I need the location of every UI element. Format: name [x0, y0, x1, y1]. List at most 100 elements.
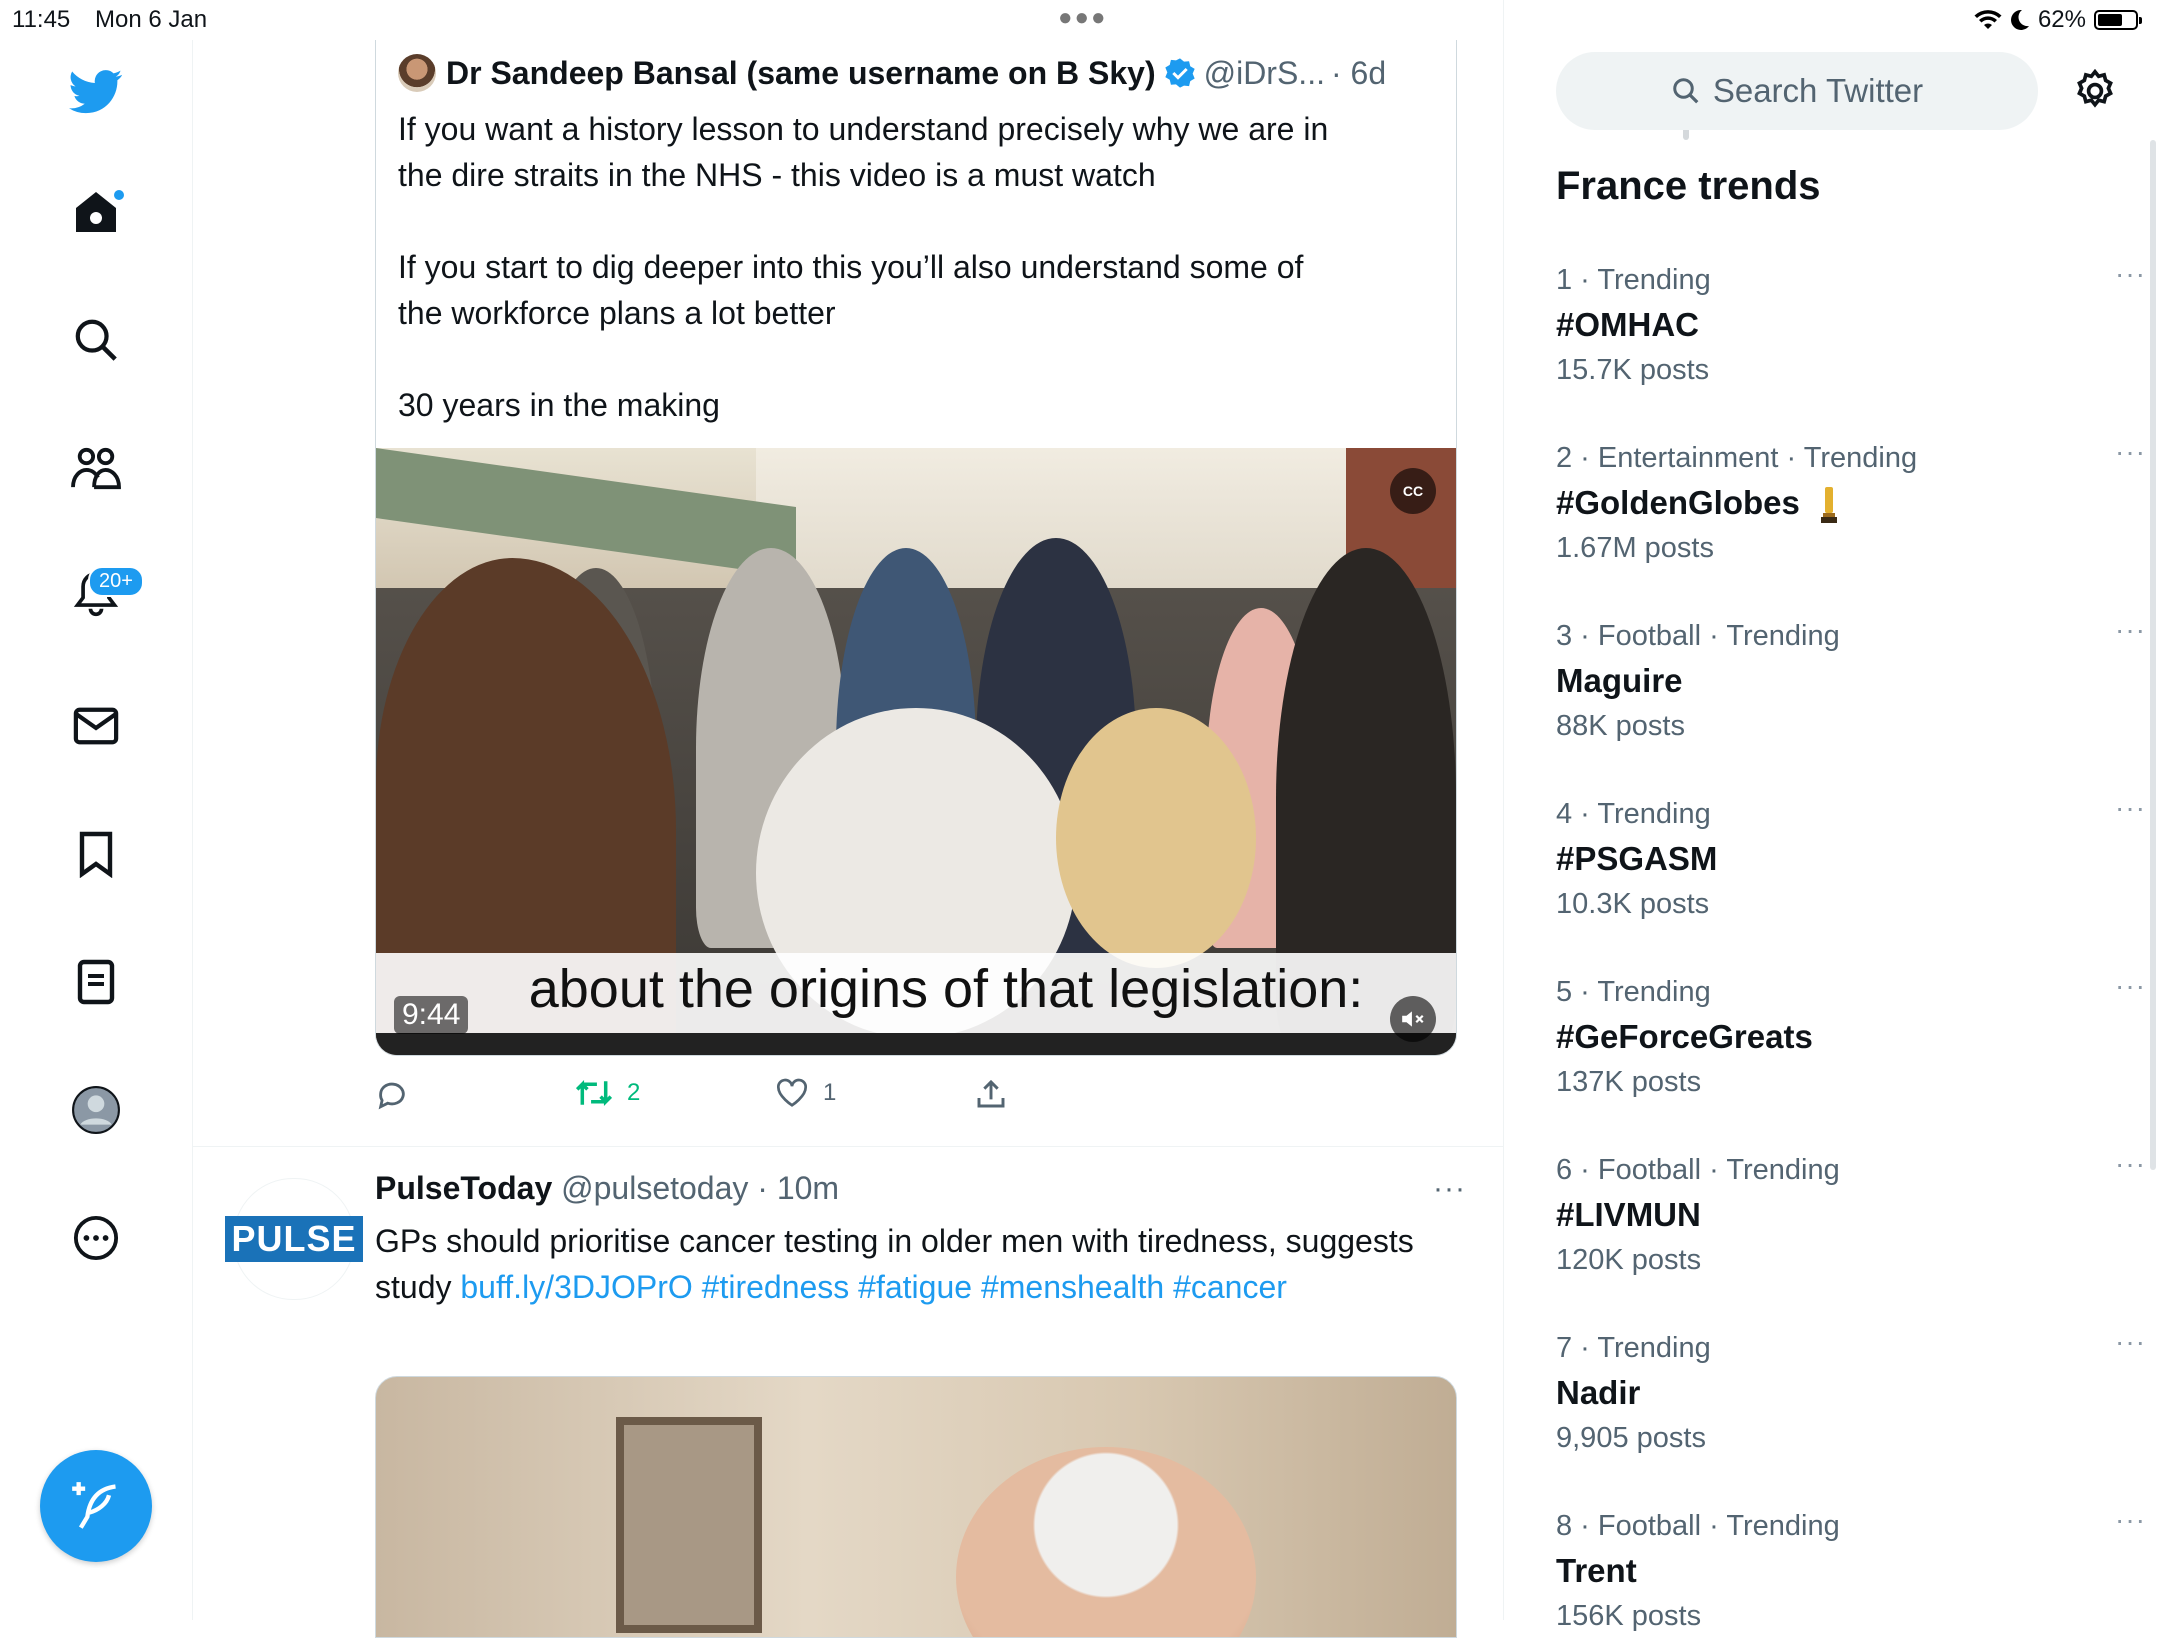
- pulse-logo: PULSE: [225, 1216, 363, 1262]
- tweet-age: · 6d: [1330, 54, 1387, 91]
- video-progress-bar[interactable]: [376, 1033, 1456, 1055]
- trend-count: 15.7K posts: [1556, 354, 1710, 386]
- trends-title: France trends: [1556, 164, 1821, 208]
- mute-icon[interactable]: [1390, 996, 1436, 1042]
- trend-item[interactable]: 1 · Trending #OMHAC 15.7K posts ···: [1556, 258, 2145, 392]
- communities-icon[interactable]: [64, 436, 128, 500]
- trend-item[interactable]: 8 · Football · Trending Trent 156K posts…: [1556, 1504, 2145, 1638]
- trend-item[interactable]: 5 · Trending #GeForceGreats 137K posts ·…: [1556, 970, 2145, 1104]
- trend-meta: 8 · Football · Trending: [1556, 1510, 1840, 1542]
- right-sidebar: Search Twitter France trends 1 · Trendin…: [1504, 0, 2160, 1632]
- video-duration: 9:44: [394, 996, 469, 1034]
- tweet-header: PulseToday @pulsetoday · 10m: [375, 1170, 839, 1207]
- tweet-divider: [193, 1146, 1503, 1147]
- wall-picture: [616, 1417, 762, 1633]
- author-name[interactable]: Dr Sandeep Bansal (same username on B Sk…: [446, 55, 1156, 92]
- reply-button[interactable]: [375, 1078, 409, 1110]
- trophy-icon: [1821, 487, 1838, 524]
- tweet-link[interactable]: buff.ly/3DJOPrO: [460, 1269, 692, 1305]
- tweet-age: · 10m: [757, 1170, 840, 1206]
- hashtag[interactable]: #tiredness: [702, 1269, 850, 1305]
- trend-meta: 1 · Trending: [1556, 264, 1711, 296]
- retweet-icon: [575, 1079, 613, 1107]
- trend-item[interactable]: 2 · Entertainment · Trending #GoldenGlob…: [1556, 436, 2145, 570]
- trend-item[interactable]: 7 · Trending Nadir 9,905 posts ···: [1556, 1326, 2145, 1460]
- trend-item[interactable]: 4 · Trending #PSGASM 10.3K posts ···: [1556, 792, 2145, 926]
- trend-name: Maguire: [1556, 662, 1683, 699]
- share-button[interactable]: [975, 1078, 1007, 1110]
- trend-more-icon[interactable]: ···: [2115, 1148, 2146, 1180]
- trend-count: 156K posts: [1556, 1600, 1702, 1632]
- reply-icon: [378, 1082, 405, 1110]
- trend-item[interactable]: 6 · Football · Trending #LIVMUN 120K pos…: [1556, 1148, 2145, 1282]
- trend-meta: 6 · Football · Trending: [1556, 1154, 1840, 1186]
- quoted-tweet-header: Dr Sandeep Bansal (same username on B Sk…: [398, 54, 1386, 92]
- tweet-more-icon[interactable]: ···: [1433, 1172, 1466, 1206]
- trend-count: 9,905 posts: [1556, 1422, 1706, 1454]
- twitter-logo-icon[interactable]: [64, 60, 128, 124]
- search-input[interactable]: Search Twitter: [1556, 52, 2038, 130]
- trend-more-icon[interactable]: ···: [2115, 1504, 2146, 1536]
- trend-more-icon[interactable]: ···: [2115, 614, 2146, 646]
- author-handle[interactable]: @pulsetoday: [561, 1170, 748, 1206]
- trend-more-icon[interactable]: ···: [2115, 970, 2146, 1002]
- mail-icon[interactable]: [64, 694, 128, 758]
- status-time: 11:45: [12, 6, 71, 33]
- avatar[interactable]: PULSE: [225, 1178, 363, 1300]
- video-player[interactable]: CC about the origins of that legislation…: [376, 448, 1456, 1055]
- trend-meta: 3 · Football · Trending: [1556, 620, 1840, 652]
- trend-count: 88K posts: [1556, 710, 1685, 742]
- trend-meta: 2 · Entertainment · Trending: [1556, 442, 1918, 474]
- like-count: 1: [823, 1079, 837, 1106]
- author-name[interactable]: PulseToday: [375, 1170, 552, 1206]
- trend-name: #PSGASM: [1556, 840, 1718, 877]
- compose-icon: [72, 1482, 116, 1529]
- hashtag[interactable]: #fatigue: [858, 1269, 972, 1305]
- trend-count: 120K posts: [1556, 1244, 1702, 1276]
- trend-more-icon[interactable]: ···: [2115, 1326, 2146, 1358]
- gear-icon[interactable]: [2070, 66, 2120, 116]
- more-circle-icon[interactable]: [64, 1206, 128, 1270]
- search-icon[interactable]: [64, 308, 128, 372]
- trend-name: #LIVMUN: [1556, 1196, 1701, 1233]
- like-button[interactable]: 1: [775, 1078, 836, 1108]
- trend-name: #GoldenGlobes: [1556, 484, 1800, 521]
- tweet-image[interactable]: [375, 1376, 1457, 1638]
- trend-meta: 5 · Trending: [1556, 976, 1711, 1008]
- home-icon[interactable]: [64, 180, 128, 244]
- lists-icon[interactable]: [64, 950, 128, 1014]
- trend-more-icon[interactable]: ···: [2115, 792, 2146, 824]
- trend-name: #GeForceGreats: [1556, 1018, 1813, 1055]
- left-navigation: 20+: [0, 40, 193, 1620]
- sidebar-scrollbar[interactable]: [2150, 140, 2156, 1170]
- tweet-text: GPs should prioritise cancer testing in …: [375, 1218, 1435, 1310]
- trend-name: #OMHAC: [1556, 306, 1700, 343]
- new-content-dot: [114, 190, 124, 200]
- retweet-count: 2: [627, 1079, 641, 1106]
- trend-meta: 7 · Trending: [1556, 1332, 1711, 1364]
- search-placeholder: Search Twitter: [1712, 72, 1924, 109]
- hashtag[interactable]: #cancer: [1173, 1269, 1287, 1305]
- trend-name: Trent: [1556, 1552, 1637, 1589]
- bookmark-icon[interactable]: [64, 822, 128, 886]
- bell-icon[interactable]: 20+: [64, 562, 144, 626]
- hashtag[interactable]: #menshealth: [981, 1269, 1164, 1305]
- trend-name: Nadir: [1556, 1374, 1641, 1411]
- author-handle[interactable]: @iDrS...: [1204, 55, 1325, 92]
- trend-meta: 4 · Trending: [1556, 798, 1711, 830]
- notifications-badge: 20+: [88, 566, 144, 597]
- video-subtitle: about the origins of that legislation:: [528, 959, 1364, 1019]
- retweet-button[interactable]: 2: [575, 1078, 640, 1108]
- trend-name-row: #GoldenGlobes: [1556, 480, 2116, 526]
- like-icon: [777, 1078, 807, 1107]
- trend-item[interactable]: 3 · Football · Trending Maguire 88K post…: [1556, 614, 2145, 748]
- trend-more-icon[interactable]: ···: [2115, 436, 2146, 468]
- avatar[interactable]: [398, 54, 436, 92]
- verified-icon: [1164, 58, 1195, 88]
- trend-more-icon[interactable]: ···: [2115, 258, 2146, 290]
- compose-button[interactable]: [40, 1450, 152, 1562]
- captions-icon[interactable]: CC: [1390, 468, 1436, 514]
- quoted-tweet[interactable]: Dr Sandeep Bansal (same username on B Sk…: [375, 40, 1457, 1056]
- trend-count: 10.3K posts: [1556, 888, 1710, 920]
- profile-icon[interactable]: [64, 1078, 128, 1142]
